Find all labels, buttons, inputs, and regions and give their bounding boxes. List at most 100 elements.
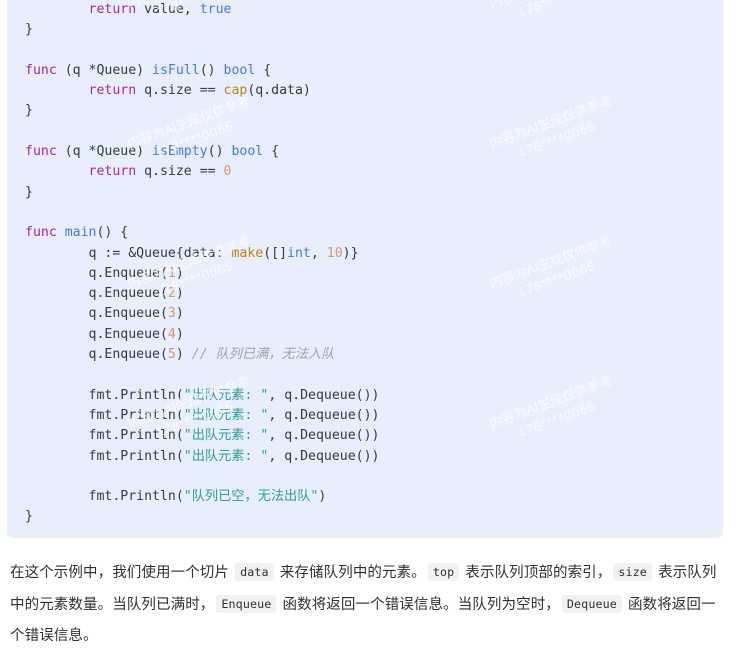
code-line: return q.size == 0 xyxy=(7,162,723,182)
code-token-type: bool xyxy=(231,144,264,160)
paragraph-text: 来存储队列中的元素。 xyxy=(275,565,426,581)
inline-code: Dequeue xyxy=(561,595,622,613)
inline-code: top xyxy=(427,563,460,581)
code-token-str: "队列已空，无法出队" xyxy=(183,489,319,505)
code-token-com: // 队列已满，无法入队 xyxy=(191,347,335,363)
code-token-kw: func xyxy=(25,144,57,160)
code-token-pl: fmt.Println( xyxy=(25,387,184,403)
code-token-pl: (q.data) xyxy=(247,83,311,99)
code-token-num: 5 xyxy=(167,347,176,363)
code-token-num: 3 xyxy=(167,306,176,322)
code-token-pl: ) xyxy=(175,286,184,302)
code-line: fmt.Println("队列已空，无法出队") xyxy=(7,487,723,507)
code-token-num: 0 xyxy=(223,164,232,180)
code-token-pl: ([] xyxy=(263,245,288,261)
code-lines: return value, true} func (q *Queue) isFu… xyxy=(7,0,723,528)
code-token-type: int xyxy=(287,245,311,261)
code-token-str: "出队元素: " xyxy=(183,448,269,464)
code-token-pl: () { xyxy=(96,225,129,241)
code-line: return value, true xyxy=(7,0,723,20)
code-line: } xyxy=(7,101,723,121)
code-token-pl: fmt.Println( xyxy=(25,407,184,423)
code-token-pl: { xyxy=(255,62,272,78)
code-token-bi: make xyxy=(231,245,264,261)
code-token-pl: } xyxy=(25,22,33,38)
code-token-pl: } xyxy=(25,103,33,119)
code-token-pl: q := &Queue{data: xyxy=(25,245,232,261)
code-token-pl: q.Enqueue( xyxy=(25,347,168,363)
code-token-num: 1 xyxy=(167,265,176,281)
code-token-pl: ) xyxy=(175,265,184,281)
code-line: func main() { xyxy=(7,223,723,243)
code-token-fn: main xyxy=(64,225,97,241)
code-token-pl: q.Enqueue( xyxy=(25,306,168,322)
code-token-pl: () xyxy=(199,62,224,78)
code-token-fn: isFull xyxy=(152,62,200,78)
code-token-num: 2 xyxy=(167,286,176,302)
code-token-kw: return xyxy=(88,83,137,99)
code-token-pl: { xyxy=(263,144,280,160)
code-token-bi: cap xyxy=(223,83,248,99)
code-line: return q.size == cap(q.data) xyxy=(7,81,723,101)
code-token-num: 4 xyxy=(167,326,176,342)
code-token-pl: ) xyxy=(175,326,184,342)
inline-code: Enqueue xyxy=(216,595,277,613)
explanation-paragraph: 在这个示例中，我们使用一个切片 data 来存储队列中的元素。 top 表示队列顶… xyxy=(10,557,728,652)
code-line: q.Enqueue(4) xyxy=(7,325,723,345)
code-token-pl: q.Enqueue( xyxy=(25,265,168,281)
code-token-kw: return xyxy=(88,2,137,17)
code-token-num: 10 xyxy=(326,245,343,261)
code-token-type: bool xyxy=(223,62,256,78)
code-token-pl: ) xyxy=(175,306,184,322)
code-token-pl: () xyxy=(207,144,232,160)
code-token-pl: fmt.Println( xyxy=(25,428,184,444)
code-token-pl: (q *Queue) xyxy=(56,62,153,78)
code-line: } xyxy=(7,507,723,527)
code-content[interactable]: return value, true} func (q *Queue) isFu… xyxy=(7,0,723,538)
paragraph-text: 表示队列顶部的索引， xyxy=(461,565,612,581)
code-token-kw: return xyxy=(88,164,137,180)
code-token-pl: ) xyxy=(318,489,327,505)
code-line: fmt.Println("出队元素: ", q.Dequeue()) xyxy=(7,447,723,467)
code-token-pl: } xyxy=(25,509,33,525)
code-token-str: "出队元素: " xyxy=(183,387,269,403)
code-token-kw: func xyxy=(25,62,57,78)
code-token-pl: fmt.Println( xyxy=(25,448,184,464)
code-token-pl: , q.Dequeue()) xyxy=(268,407,380,423)
code-line: q.Enqueue(5) // 队列已满，无法入队 xyxy=(7,345,723,365)
code-line: fmt.Println("出队元素: ", q.Dequeue()) xyxy=(7,386,723,406)
code-block: return value, true} func (q *Queue) isFu… xyxy=(7,0,723,538)
code-token-pl: ) xyxy=(175,347,192,363)
code-token-fn: isEmpty xyxy=(152,144,208,160)
code-line: } xyxy=(7,20,723,40)
code-line: q.Enqueue(1) xyxy=(7,264,723,284)
paragraph-text: 在这个示例中，我们使用一个切片 xyxy=(10,565,234,581)
code-token-kw: func xyxy=(25,225,57,241)
code-line: q := &Queue{data: make([]int, 10)} xyxy=(7,244,723,264)
code-token-type: true xyxy=(199,2,232,17)
code-line: fmt.Println("出队元素: ", q.Dequeue()) xyxy=(7,426,723,446)
code-token-pl: q.Enqueue( xyxy=(25,326,168,342)
inline-code: size xyxy=(613,563,652,581)
code-token-pl: } xyxy=(25,184,33,200)
code-line: fmt.Println("出队元素: ", q.Dequeue()) xyxy=(7,406,723,426)
code-token-pl: q.size == xyxy=(136,83,224,99)
code-token-pl: (q *Queue) xyxy=(56,144,153,160)
code-token-pl: , q.Dequeue()) xyxy=(268,448,380,464)
code-token-pl: q.Enqueue( xyxy=(25,286,168,302)
code-token-str: "出队元素: " xyxy=(183,407,269,423)
code-token-pl: , xyxy=(310,245,327,261)
code-token-str: "出队元素: " xyxy=(183,428,269,444)
code-token-pl: )} xyxy=(342,245,359,261)
inline-code: data xyxy=(235,563,274,581)
code-token-pl: value, xyxy=(136,2,200,17)
code-line: q.Enqueue(2) xyxy=(7,284,723,304)
code-line: } xyxy=(7,183,723,203)
